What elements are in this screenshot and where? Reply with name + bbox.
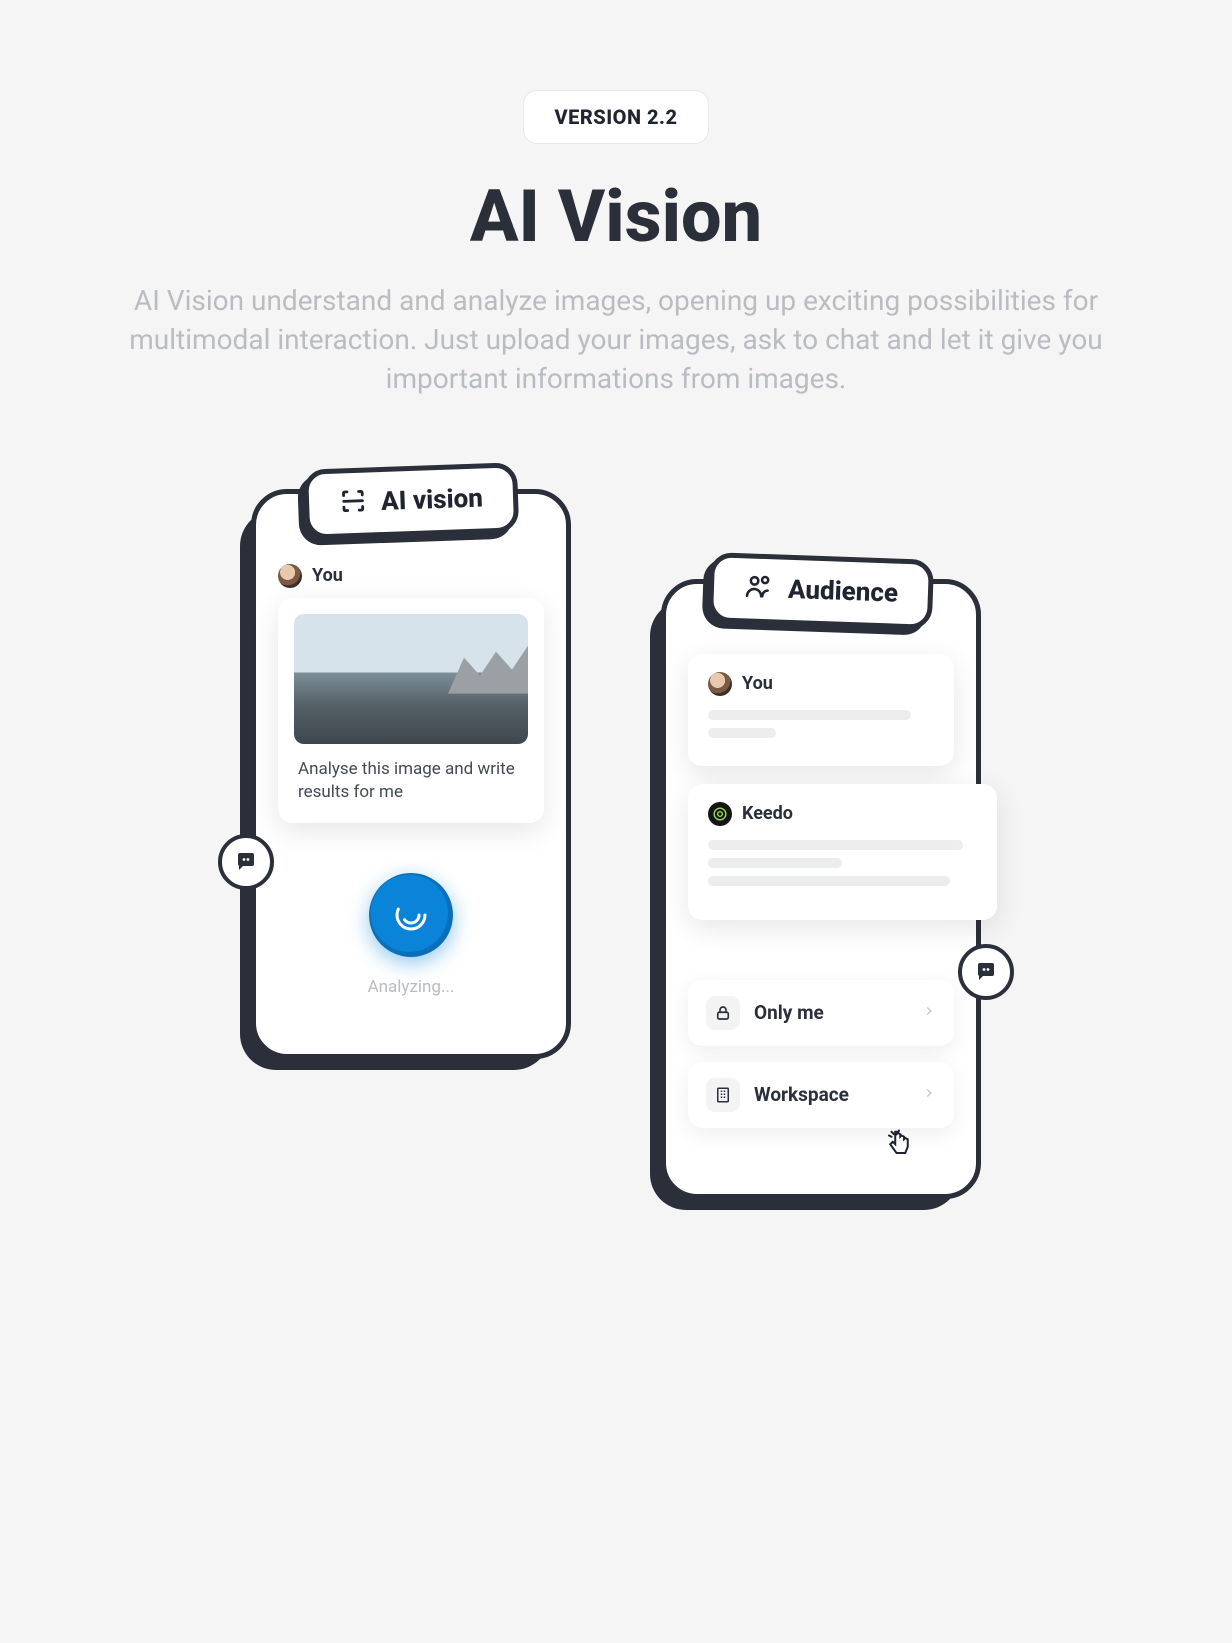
- user-message-header: You: [278, 564, 544, 598]
- analyzing-status-text: Analyzing...: [278, 977, 544, 997]
- analyzing-block: Analyzing...: [278, 873, 544, 997]
- user-skeleton-card: You: [688, 654, 954, 766]
- user-name-label: You: [742, 673, 773, 694]
- uploaded-image-thumbnail[interactable]: [294, 614, 528, 744]
- chat-bubble-badge-right: [958, 944, 1014, 1000]
- chat-icon: [234, 850, 258, 874]
- page-subtitle: AI Vision understand and analyze images,…: [106, 281, 1126, 399]
- audience-option-label: Only me: [754, 1001, 908, 1024]
- cursor-pointer-icon: [884, 1128, 914, 1162]
- audience-header-pill: Audience: [708, 552, 934, 630]
- ai-vision-card-wrap: AI vision You Analyse this image and wri…: [251, 489, 571, 1059]
- audience-card: Audience You Keedo: [661, 579, 981, 1199]
- chevron-right-icon: [922, 1003, 936, 1022]
- audience-card-wrap: Audience You Keedo: [661, 579, 981, 1199]
- user-avatar: [278, 564, 302, 588]
- chevron-right-icon: [922, 1085, 936, 1104]
- audience-options-list: Only me Workspace: [688, 980, 954, 1128]
- audience-header-label: Audience: [787, 574, 898, 608]
- skeleton-line: [708, 840, 963, 850]
- audience-option-workspace[interactable]: Workspace: [688, 1062, 954, 1128]
- ai-vision-card: AI vision You Analyse this image and wri…: [251, 489, 571, 1059]
- bot-avatar: [708, 802, 732, 826]
- version-label: VERSION 2.2: [554, 105, 677, 129]
- ai-vision-header-pill: AI vision: [303, 462, 519, 539]
- building-icon: [706, 1078, 740, 1112]
- skeleton-line: [708, 728, 776, 738]
- ai-vision-header-label: AI vision: [381, 483, 484, 517]
- audience-option-only-me[interactable]: Only me: [688, 980, 954, 1046]
- bot-skeleton-card: Keedo: [688, 784, 997, 920]
- loading-spinner: [369, 873, 453, 957]
- audience-option-label: Workspace: [754, 1083, 908, 1106]
- people-icon: [743, 572, 774, 605]
- skeleton-line: [708, 710, 911, 720]
- user-message-card: Analyse this image and write results for…: [278, 598, 544, 824]
- skeleton-line: [708, 876, 950, 886]
- lock-icon: [706, 996, 740, 1030]
- bot-name-label: Keedo: [742, 803, 793, 824]
- user-message-text: Analyse this image and write results for…: [294, 744, 528, 808]
- user-avatar: [708, 672, 732, 696]
- skeleton-line: [708, 858, 842, 868]
- chat-icon: [974, 960, 998, 984]
- chat-bubble-badge-left: [218, 834, 274, 890]
- user-name-label: You: [312, 565, 343, 586]
- page-title: AI Vision: [60, 174, 1172, 259]
- scan-icon: [339, 486, 368, 519]
- version-badge: VERSION 2.2: [523, 90, 708, 144]
